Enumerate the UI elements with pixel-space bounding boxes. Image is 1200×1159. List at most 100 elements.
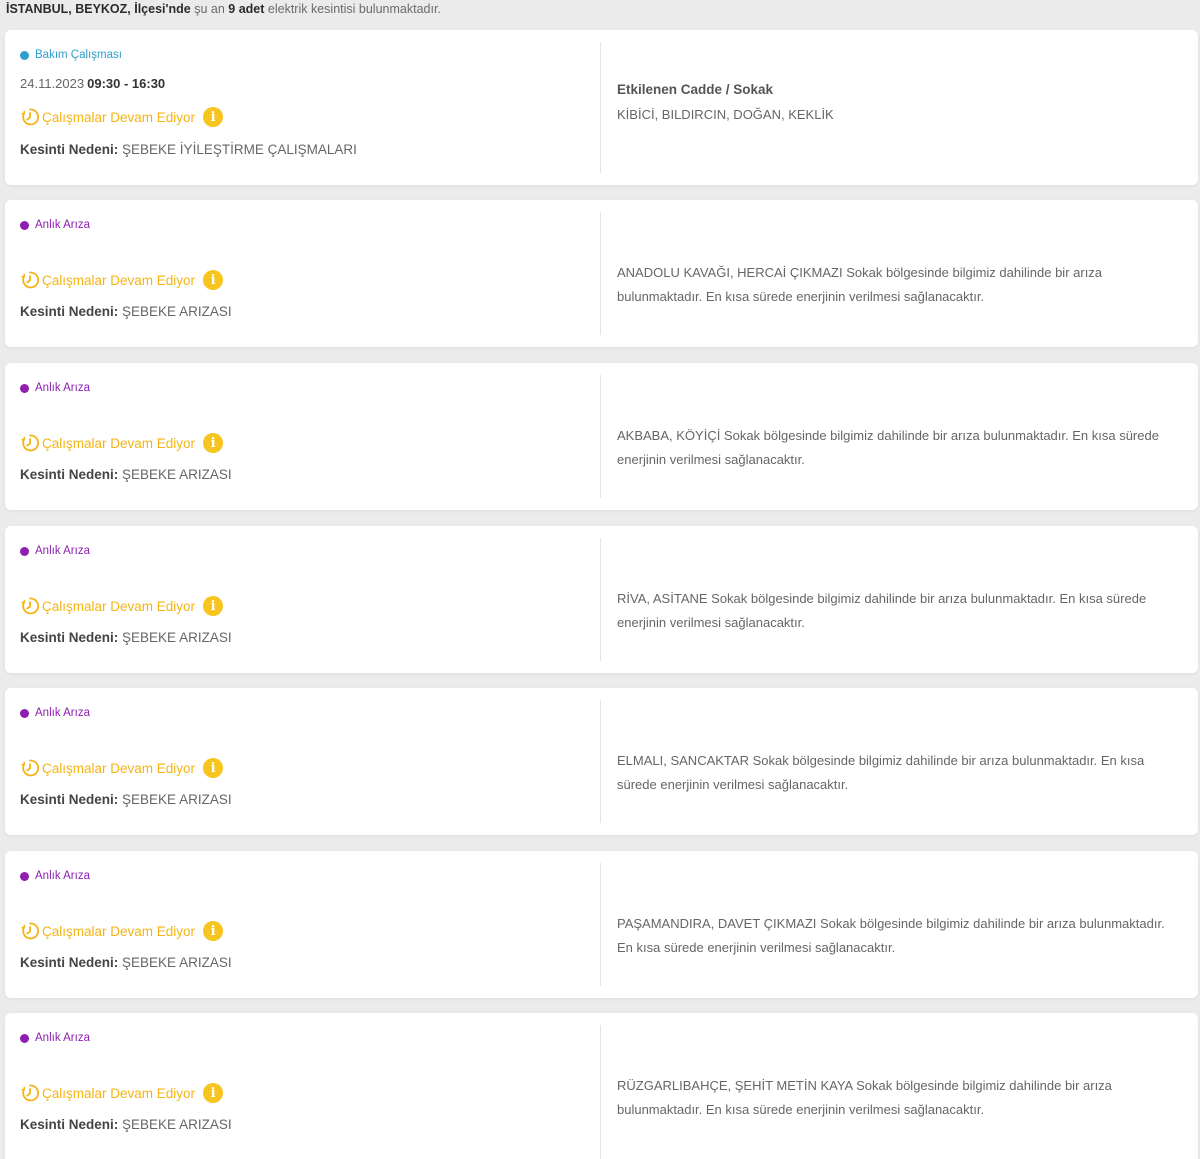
outage-card: Anlık Arıza Çalışmalar Devam Ediyor i Kesin…: [5, 688, 1198, 835]
reason-label: Kesinti Nedeni:: [20, 467, 119, 482]
outage-reason: Kesinti Nedeni: ŞEBEKE İYİLEŞTİRME ÇALIŞ…: [20, 142, 357, 157]
outage-type: Anlık Arıza: [20, 707, 90, 719]
outage-info: Anlık Arıza Çalışmalar Devam Ediyor i Kesin…: [20, 363, 590, 510]
outage-info: Anlık Arıza Çalışmalar Devam Ediyor i Kesin…: [20, 1013, 590, 1159]
outage-type-label: Anlık Arıza: [35, 219, 90, 231]
info-icon[interactable]: i: [203, 596, 224, 616]
info-icon[interactable]: i: [203, 107, 224, 127]
fault-description: ELMALI, SANCAKTAR Sokak bölgesinde bilgi…: [617, 749, 1176, 797]
info-icon[interactable]: i: [203, 921, 224, 941]
status-label: Çalışmalar Devam Ediyor: [42, 923, 196, 939]
reason-value: ŞEBEKE ARIZASI: [122, 1117, 232, 1132]
outage-reason: Kesinti Nedeni: ŞEBEKE ARIZASI: [20, 792, 232, 807]
reason-value: ŞEBEKE ARIZASI: [122, 792, 232, 807]
reason-label: Kesinti Nedeni:: [20, 304, 119, 319]
type-dot-icon: [20, 546, 29, 556]
summary-location: İSTANBUL, BEYKOZ, İlçesi'nde: [6, 2, 191, 16]
outage-reason: Kesinti Nedeni: ŞEBEKE ARIZASI: [20, 955, 232, 970]
status-label: Çalışmalar Devam Ediyor: [42, 109, 196, 125]
outage-status: Çalışmalar Devam Ediyor i: [20, 921, 224, 941]
clock-icon: [20, 596, 40, 616]
outage-type: Anlık Arıza: [20, 382, 90, 394]
outage-reason: Kesinti Nedeni: ŞEBEKE ARIZASI: [20, 304, 232, 319]
summary-pre: şu an: [194, 2, 225, 16]
outage-status: Çalışmalar Devam Ediyor i: [20, 596, 224, 616]
clock-icon: [20, 1083, 40, 1103]
outage-reason: Kesinti Nedeni: ŞEBEKE ARIZASI: [20, 630, 232, 645]
fault-description: PAŞAMANDIRA, DAVET ÇIKMAZI Sokak bölgesi…: [617, 912, 1176, 960]
outage-status: Çalışmalar Devam Ediyor i: [20, 1083, 224, 1103]
outage-type: Bakım Çalışması: [20, 49, 122, 61]
reason-label: Kesinti Nedeni:: [20, 792, 119, 807]
outage-info: Bakım Çalışması 24.11.2023 09:30 - 16:30 Ça…: [20, 30, 590, 185]
outage-type-label: Anlık Arıza: [35, 545, 90, 557]
outage-card: Anlık Arıza Çalışmalar Devam Ediyor i Kesin…: [5, 526, 1198, 673]
info-icon[interactable]: i: [203, 758, 224, 778]
outage-summary: İSTANBUL, BEYKOZ, İlçesi'nde şu an 9 ade…: [6, 2, 441, 16]
reason-value: ŞEBEKE ARIZASI: [122, 467, 232, 482]
outage-card: Anlık Arıza Çalışmalar Devam Ediyor i Kesin…: [5, 851, 1198, 998]
fault-description: RÜZGARLIBAHÇE, ŞEHİT METİN KAYA Sokak bö…: [617, 1074, 1176, 1122]
outage-info: Anlık Arıza Çalışmalar Devam Ediyor i Kesin…: [20, 526, 590, 673]
outage-status: Çalışmalar Devam Ediyor i: [20, 433, 224, 453]
outage-type: Anlık Arıza: [20, 219, 90, 231]
card-divider: [600, 42, 601, 173]
info-icon[interactable]: i: [203, 1083, 224, 1103]
outage-type-label: Anlık Arıza: [35, 870, 90, 882]
outage-type: Anlık Arıza: [20, 870, 90, 882]
fault-description-text: RÜZGARLIBAHÇE, ŞEHİT METİN KAYA Sokak bö…: [617, 1078, 1112, 1117]
type-dot-icon: [20, 871, 29, 881]
outage-card: Anlık Arıza Çalışmalar Devam Ediyor i Kesin…: [5, 200, 1198, 347]
reason-label: Kesinti Nedeni:: [20, 955, 119, 970]
reason-value: ŞEBEKE ARIZASI: [122, 630, 232, 645]
outage-card: Anlık Arıza Çalışmalar Devam Ediyor i Kesin…: [5, 1013, 1198, 1159]
summary-count: 9 adet: [228, 2, 265, 16]
outage-info: Anlık Arıza Çalışmalar Devam Ediyor i Kesin…: [20, 200, 590, 347]
reason-value: ŞEBEKE İYİLEŞTİRME ÇALIŞMALARI: [122, 142, 357, 157]
clock-icon: [20, 758, 40, 778]
outage-hours: 09:30 - 16:30: [87, 76, 166, 91]
outage-time: 24.11.2023 09:30 - 16:30: [20, 76, 165, 91]
clock-icon: [20, 921, 40, 941]
status-label: Çalışmalar Devam Ediyor: [42, 272, 196, 288]
outage-card: Bakım Çalışması 24.11.2023 09:30 - 16:30 Ça…: [5, 30, 1198, 185]
summary-post: elektrik kesintisi bulunmaktadır.: [267, 2, 441, 16]
affected-streets-list: KİBİCİ, BILDIRCIN, DOĞAN, KEKLİK: [617, 107, 834, 122]
fault-description: AKBABA, KÖYİÇİ Sokak bölgesinde bilgimiz…: [617, 424, 1176, 472]
info-icon[interactable]: i: [203, 433, 224, 453]
outage-status: Çalışmalar Devam Ediyor i: [20, 758, 224, 778]
fault-description: RİVA, ASİTANE Sokak bölgesinde bilgimiz …: [617, 587, 1176, 635]
outage-reason: Kesinti Nedeni: ŞEBEKE ARIZASI: [20, 467, 232, 482]
outage-info: Anlık Arıza Çalışmalar Devam Ediyor i Kesin…: [20, 688, 590, 835]
status-label: Çalışmalar Devam Ediyor: [42, 760, 196, 776]
type-dot-icon: [20, 50, 29, 60]
reason-value: ŞEBEKE ARIZASI: [122, 304, 232, 319]
info-icon[interactable]: i: [203, 270, 224, 290]
fault-description-text: ELMALI, SANCAKTAR Sokak bölgesinde bilgi…: [617, 753, 1145, 792]
outage-info: Anlık Arıza Çalışmalar Devam Ediyor i Kesin…: [20, 851, 590, 998]
fault-description: ANADOLU KAVAĞI, HERCAİ ÇIKMAZI Sokak böl…: [617, 261, 1176, 309]
fault-description-text: ANADOLU KAVAĞI, HERCAİ ÇIKMAZI Sokak böl…: [617, 265, 1103, 304]
outage-type-label: Bakım Çalışması: [35, 49, 122, 61]
affected-streets: Etkilenen Cadde / Sokak KİBİCİ, BILDIRCIN…: [617, 82, 1176, 127]
reason-label: Kesinti Nedeni:: [20, 1117, 119, 1132]
outage-type-label: Anlık Arıza: [35, 707, 90, 719]
card-divider: [600, 212, 601, 335]
clock-icon: [20, 270, 40, 290]
card-divider: [600, 863, 601, 986]
reason-label: Kesinti Nedeni:: [20, 142, 119, 157]
type-dot-icon: [20, 1033, 29, 1043]
card-divider: [600, 538, 601, 661]
outage-type: Anlık Arıza: [20, 1032, 90, 1044]
status-label: Çalışmalar Devam Ediyor: [42, 435, 196, 451]
type-dot-icon: [20, 383, 29, 393]
card-divider: [600, 1025, 601, 1159]
status-label: Çalışmalar Devam Ediyor: [42, 1085, 196, 1101]
type-dot-icon: [20, 708, 29, 718]
fault-description-text: RİVA, ASİTANE Sokak bölgesinde bilgimiz …: [617, 591, 1147, 630]
fault-description-text: PAŞAMANDIRA, DAVET ÇIKMAZI Sokak bölgesi…: [617, 916, 1165, 955]
type-dot-icon: [20, 220, 29, 230]
clock-icon: [20, 433, 40, 453]
outage-card: Anlık Arıza Çalışmalar Devam Ediyor i Kesin…: [5, 363, 1198, 510]
outage-type-label: Anlık Arıza: [35, 382, 90, 394]
